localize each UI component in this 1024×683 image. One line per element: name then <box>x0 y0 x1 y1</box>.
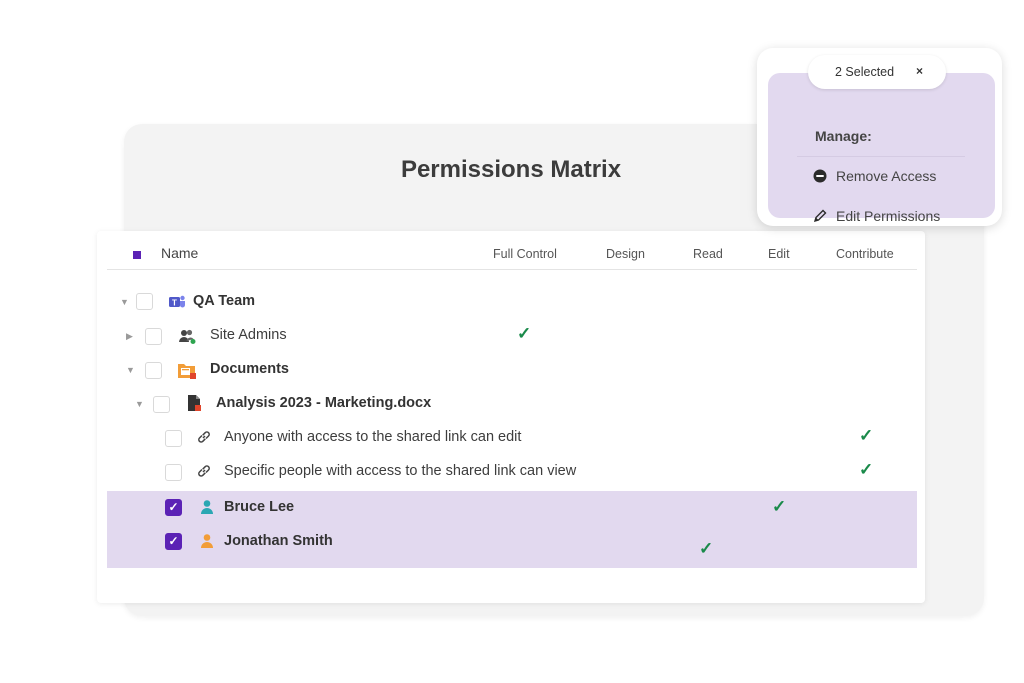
row-checkbox[interactable] <box>145 328 162 345</box>
row-checkbox[interactable] <box>136 293 153 310</box>
collapse-caret-icon[interactable]: ▼ <box>135 399 144 409</box>
row-label: Analysis 2023 - Marketing.docx <box>216 395 432 411</box>
selection-count-pill: 2 Selected × <box>808 55 946 89</box>
document-icon <box>188 395 201 411</box>
collapse-caret-icon[interactable]: ▼ <box>126 365 135 375</box>
table-header: Name Full Control Design Read Edit Contr… <box>97 231 925 271</box>
header-divider <box>107 269 917 270</box>
selection-actions-popup: Manage: Remove Access Edit Permissions 2… <box>757 48 1002 226</box>
column-header-contribute: Contribute <box>836 247 894 261</box>
full-control-check-icon: ✓ <box>517 324 532 343</box>
link-icon <box>198 465 210 477</box>
table-row: ▼ Analysis 2023 - Marketing.docx <box>97 387 925 421</box>
minus-circle-icon <box>813 169 827 183</box>
row-checkbox[interactable] <box>145 362 162 379</box>
group-icon <box>179 329 196 344</box>
user-icon <box>201 500 213 514</box>
link-icon <box>198 431 210 443</box>
row-checkbox[interactable] <box>153 396 170 413</box>
row-checkbox-checked[interactable]: ✓ <box>165 533 182 550</box>
expand-caret-icon[interactable]: ▶ <box>126 331 133 342</box>
row-label: Site Admins <box>210 327 287 343</box>
row-label: Bruce Lee <box>224 499 295 515</box>
row-label: QA Team <box>193 293 256 309</box>
row-label: Specific people with access to the share… <box>224 463 577 479</box>
row-checkbox[interactable] <box>165 430 182 447</box>
menu-divider <box>797 156 965 157</box>
user-icon <box>201 534 213 548</box>
contribute-check-icon: ✓ <box>859 460 874 479</box>
table-row: Specific people with access to the share… <box>97 455 925 489</box>
pencil-icon <box>813 209 827 223</box>
actions-panel: Manage: Remove Access Edit Permissions <box>768 73 995 224</box>
teams-icon: T <box>169 295 185 308</box>
row-label: Jonathan Smith <box>224 533 333 549</box>
collapse-caret-icon[interactable]: ▼ <box>120 297 129 307</box>
name-column-header: Name <box>161 245 199 261</box>
row-checkbox[interactable] <box>165 464 182 481</box>
table-row: ▶ Site Admins ✓ <box>97 319 925 353</box>
row-label: Documents <box>210 361 289 377</box>
column-header-full-control: Full Control <box>493 247 557 261</box>
manage-label: Manage: <box>815 128 872 144</box>
edit-permissions-label: Edit Permissions <box>836 208 941 224</box>
row-checkbox-checked[interactable]: ✓ <box>165 499 182 516</box>
table-row: Anyone with access to the shared link ca… <box>97 421 925 455</box>
table-row-selected: ✓ Bruce Lee ✓ <box>107 491 917 525</box>
select-all-checkbox[interactable] <box>133 251 141 259</box>
selected-count: 2 Selected <box>835 65 895 79</box>
library-icon <box>178 364 196 379</box>
table-row: ▼ Documents <box>97 353 925 387</box>
table-row-selected: ✓ Jonathan Smith ✓ <box>107 525 917 568</box>
column-header-edit: Edit <box>768 247 790 261</box>
row-label: Anyone with access to the shared link ca… <box>224 429 522 445</box>
table-row: ▼ T QA Team <box>97 285 925 319</box>
edit-check-icon: ✓ <box>772 497 787 516</box>
permissions-table: Name Full Control Design Read Edit Contr… <box>97 231 925 603</box>
column-header-design: Design <box>606 247 645 261</box>
clear-selection-icon[interactable]: × <box>916 64 923 78</box>
svg-text:T: T <box>172 299 177 308</box>
contribute-check-icon: ✓ <box>859 426 874 445</box>
read-check-icon: ✓ <box>699 539 714 558</box>
remove-access-label: Remove Access <box>836 168 937 184</box>
column-header-read: Read <box>693 247 723 261</box>
